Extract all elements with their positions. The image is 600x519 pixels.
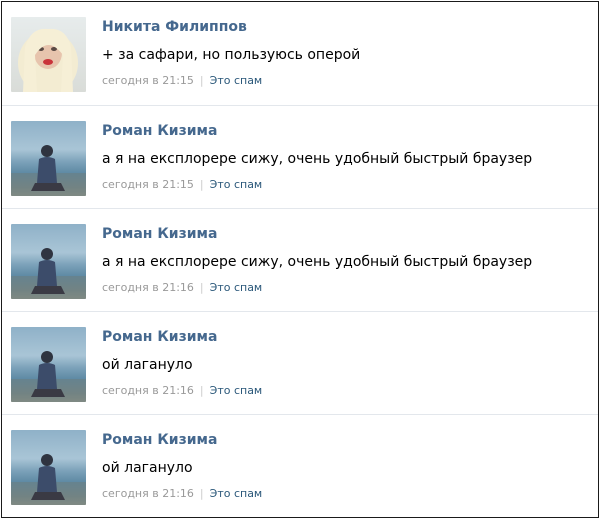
comment-text: а я на експлорере сижу, очень удобный бы…: [102, 254, 533, 270]
comment-author[interactable]: Роман Кизима: [102, 329, 217, 345]
comment-author[interactable]: Никита Филиппов: [102, 19, 247, 35]
comment-meta: сегодня в 21:16 | Это спам: [102, 487, 262, 500]
spam-button[interactable]: Это спам: [210, 384, 263, 397]
comment-text: ой лагануло: [102, 460, 193, 476]
comment-author[interactable]: Роман Кизима: [102, 123, 217, 139]
comment-author[interactable]: Роман Кизима: [102, 432, 217, 448]
comment-time[interactable]: сегодня в 21:16: [102, 281, 194, 294]
separator: |: [199, 384, 204, 397]
avatar[interactable]: [11, 224, 86, 299]
comment-meta: сегодня в 21:15 | Это спам: [102, 74, 262, 87]
comment-item: Роман Кизима ой лагануло сегодня в 21:16…: [2, 311, 598, 414]
separator: |: [199, 487, 204, 500]
comment-time[interactable]: сегодня в 21:15: [102, 178, 194, 191]
comment-item: Никита Филиппов + за сафари, но пользуюс…: [2, 2, 598, 105]
spam-button[interactable]: Это спам: [210, 487, 263, 500]
avatar[interactable]: [11, 430, 86, 505]
separator: |: [199, 178, 204, 191]
comment-item: Роман Кизима ой лагануло сегодня в 21:16…: [2, 414, 598, 517]
comment-time[interactable]: сегодня в 21:15: [102, 74, 194, 87]
user-photo-icon: [11, 454, 86, 505]
avatar[interactable]: [11, 17, 86, 92]
comment-item: Роман Кизима а я на експлорере сижу, оче…: [2, 208, 598, 311]
separator: |: [199, 74, 204, 87]
comments-panel: Никита Филиппов + за сафари, но пользуюс…: [1, 1, 599, 518]
comment-author[interactable]: Роман Кизима: [102, 226, 217, 242]
spam-button[interactable]: Это спам: [210, 281, 263, 294]
comment-text: + за сафари, но пользуюсь оперой: [102, 47, 361, 63]
comment-text: ой лагануло: [102, 357, 193, 373]
avatar[interactable]: [11, 327, 86, 402]
comment-item: Роман Кизима а я на експлорере сижу, оче…: [2, 105, 598, 208]
user-photo-icon: [11, 248, 86, 299]
comment-meta: сегодня в 21:16 | Это спам: [102, 281, 262, 294]
comment-time[interactable]: сегодня в 21:16: [102, 487, 194, 500]
comment-text: а я на експлорере сижу, очень удобный бы…: [102, 151, 533, 167]
avatar[interactable]: [11, 121, 86, 196]
user-photo-icon: [11, 351, 86, 402]
spam-button[interactable]: Это спам: [210, 178, 263, 191]
comment-meta: сегодня в 21:15 | Это спам: [102, 178, 262, 191]
user-photo-icon: [11, 145, 86, 196]
spam-button[interactable]: Это спам: [210, 74, 263, 87]
separator: |: [199, 281, 204, 294]
user-photo-icon: [18, 28, 78, 92]
comment-meta: сегодня в 21:16 | Это спам: [102, 384, 262, 397]
comment-time[interactable]: сегодня в 21:16: [102, 384, 194, 397]
